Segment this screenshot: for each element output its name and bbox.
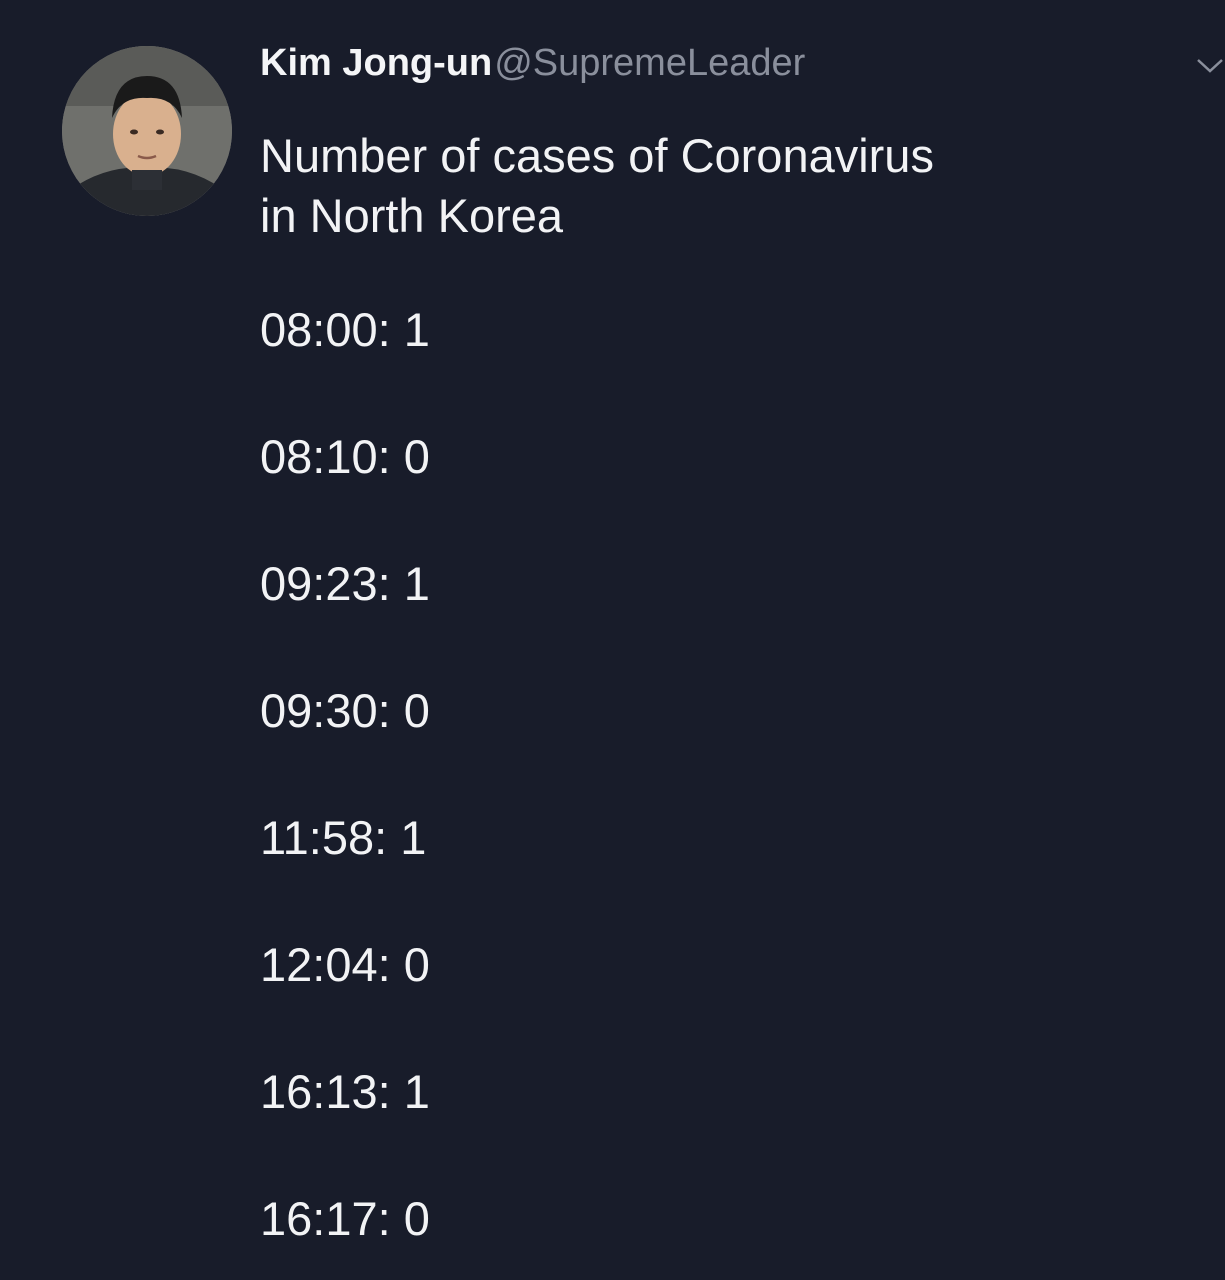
tweet-text-line: in North Korea bbox=[260, 189, 564, 242]
case-log-entry: 11:58: 1 bbox=[260, 811, 427, 864]
case-log-entry: 09:23: 1 bbox=[260, 557, 430, 610]
avatar-image bbox=[62, 46, 232, 216]
avatar[interactable] bbox=[62, 46, 232, 216]
case-log-entry: 12:04: 0 bbox=[260, 938, 430, 991]
case-log-entry: 16:17: 0 bbox=[260, 1192, 430, 1245]
case-log-entry: 09:30: 0 bbox=[260, 684, 430, 737]
case-log-entry: 08:00: 1 bbox=[260, 303, 430, 356]
tweet-header: Kim Jong-un @SupremeLeader bbox=[260, 42, 805, 98]
case-log: 08:00: 1 08:10: 0 09:23: 1 09:30: 0 11:5… bbox=[260, 300, 430, 1280]
chevron-down-icon[interactable] bbox=[1195, 56, 1225, 76]
case-log-entry: 16:13: 1 bbox=[260, 1065, 430, 1118]
author-display-name[interactable]: Kim Jong-un bbox=[260, 42, 492, 85]
case-log-entry: 08:10: 0 bbox=[260, 430, 430, 483]
tweet-text-line: Number of cases of Coronavirus bbox=[260, 129, 934, 182]
tweet-card: Kim Jong-un @SupremeLeader Number of cas… bbox=[0, 0, 1225, 1280]
author-handle[interactable]: @SupremeLeader bbox=[494, 42, 805, 85]
tweet-text: Number of cases of Coronavirus in North … bbox=[260, 126, 1160, 246]
